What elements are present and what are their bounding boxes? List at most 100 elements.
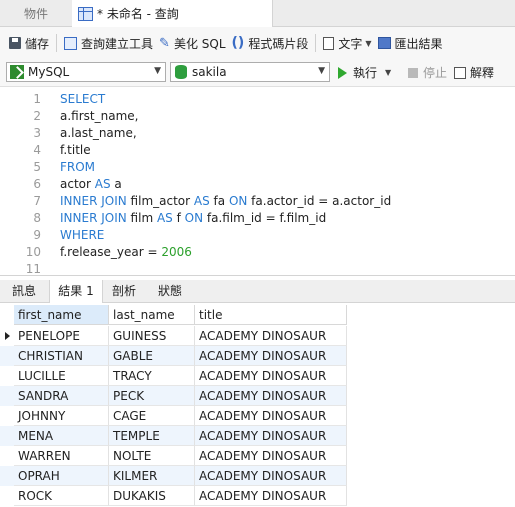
result-grid[interactable]: first_name last_name title PENELOPE GUINESS A… [0,305,515,507]
line-number: 5 [33,160,41,174]
table-cell[interactable]: GUINESS [109,326,195,346]
chevron-down-icon[interactable]: ▼ [385,68,391,77]
mysql-connection-icon [10,65,24,79]
table-cell[interactable]: JOHNNY [14,406,109,426]
column-header[interactable]: title [195,305,347,325]
database-select[interactable]: sakila ▼ [170,62,330,82]
table-row[interactable]: MENA TEMPLE ACADEMY DINOSAUR [0,426,347,446]
tab-result-1[interactable]: 結果 1 [49,280,103,303]
sql-text: fa [209,194,229,208]
stop-button[interactable]: 停止 [408,64,447,81]
connection-bar: MySQL ▼ sakila ▼ 執行 ▼ 停止 解釋 [0,59,515,87]
tab-status[interactable]: 狀態 [146,280,194,302]
table-cell[interactable]: TEMPLE [109,426,195,446]
code-line[interactable]: 3 a.last_name, [0,125,515,142]
table-cell[interactable]: SANDRA [14,386,109,406]
table-cell[interactable]: OPRAH [14,466,109,486]
table-cell[interactable]: TRACY [109,366,195,386]
query-builder-button[interactable]: 查詢建立工具 [61,31,156,55]
column-header[interactable]: first_name [14,305,109,325]
stop-label: 停止 [423,66,448,80]
sql-keyword: WHERE [60,228,105,242]
table-row[interactable]: SANDRA PECK ACADEMY DINOSAUR [0,386,347,406]
text-label: 文字 [338,36,363,51]
explain-button[interactable]: 解釋 [454,64,494,81]
table-cell[interactable]: CAGE [109,406,195,426]
sql-text: a.first_name, [60,109,139,123]
table-cell[interactable]: ACADEMY DINOSAUR [195,406,347,426]
table-cell[interactable]: ACADEMY DINOSAUR [195,346,347,366]
line-number: 4 [33,143,41,157]
beautify-sql-button[interactable]: ✎ 美化 SQL [156,31,228,55]
tab-profile[interactable]: 剖析 [103,280,145,302]
code-text: FROM [60,159,95,176]
sql-text: a [110,177,122,191]
table-cell[interactable]: ACADEMY DINOSAUR [195,466,347,486]
table-cell[interactable]: DUKAKIS [109,486,195,506]
table-cell[interactable]: ACADEMY DINOSAUR [195,486,347,506]
tab-query[interactable]: * 未命名 - 查詢 [72,0,273,27]
table-cell[interactable]: LUCILLE [14,366,109,386]
table-cell[interactable]: PECK [109,386,195,406]
code-line[interactable]: 10 f.release_year = 2006 [0,244,515,261]
table-cell[interactable]: MENA [14,426,109,446]
column-header[interactable]: last_name [109,305,195,325]
table-cell[interactable]: ACADEMY DINOSAUR [195,426,347,446]
code-line[interactable]: 7 INNER JOIN film_actor AS fa ON fa.actor… [0,193,515,210]
table-cell[interactable]: KILMER [109,466,195,486]
code-line[interactable]: 1 SELECT [0,91,515,108]
code-text: WHERE [60,227,104,244]
run-button[interactable]: 執行 ▼ [338,64,391,81]
table-cell[interactable]: WARREN [14,446,109,466]
table-row[interactable]: ROCK DUKAKIS ACADEMY DINOSAUR [0,486,347,506]
table-row[interactable]: CHRISTIAN GABLE ACADEMY DINOSAUR [0,346,347,366]
export-results-label: 匯出結果 [394,36,443,51]
result-tab-bar: 訊息 結果 1 剖析 狀態 [0,280,515,303]
tab-message[interactable]: 訊息 [0,280,48,302]
table-cell[interactable]: ROCK [14,486,109,506]
table-row[interactable]: JOHNNY CAGE ACADEMY DINOSAUR [0,406,347,426]
table-row[interactable]: WARREN NOLTE ACADEMY DINOSAUR [0,446,347,466]
code-snippet-button[interactable]: () 程式碼片段 [229,31,312,55]
table-cell[interactable]: PENELOPE [14,326,109,346]
chevron-down-icon[interactable]: ▼ [365,39,371,48]
sql-number: 2006 [161,245,192,259]
table-cell[interactable]: ACADEMY DINOSAUR [195,386,347,406]
code-line[interactable]: 11 [0,261,515,278]
code-line[interactable]: 9 WHERE [0,227,515,244]
code-text: SELECT [60,91,105,108]
table-cell[interactable]: ACADEMY DINOSAUR [195,446,347,466]
sql-text: f [172,211,185,225]
code-line[interactable]: 8 INNER JOIN film AS f ON fa.film_id = f.… [0,210,515,227]
export-icon [377,37,391,49]
save-button[interactable]: 儲存 [6,31,52,55]
table-row[interactable]: OPRAH KILMER ACADEMY DINOSAUR [0,466,347,486]
code-line[interactable]: 2 a.first_name, [0,108,515,125]
chevron-down-icon: ▼ [318,66,325,76]
table-cell[interactable]: ACADEMY DINOSAUR [195,366,347,386]
table-cell[interactable]: GABLE [109,346,195,366]
code-line[interactable]: 5 FROM [0,159,515,176]
query-builder-icon [64,36,78,50]
table-cell[interactable]: ACADEMY DINOSAUR [195,326,347,346]
code-text: a.first_name, [60,108,138,125]
export-results-button[interactable]: 匯出結果 [375,31,446,55]
line-number: 7 [33,194,41,208]
code-text: INNER JOIN film AS f ON fa.film_id = f.f… [60,210,326,227]
save-icon [9,37,21,49]
table-cell[interactable]: NOLTE [109,446,195,466]
sql-editor[interactable]: 1 SELECT 2 a.first_name, 3 a.last_name, 4 f.tit… [0,87,515,276]
text-button[interactable]: 文字 ▼ [320,31,374,55]
code-line[interactable]: 4 f.title [0,142,515,159]
table-row[interactable]: PENELOPE GUINESS ACADEMY DINOSAUR [0,326,347,346]
sql-keyword: FROM [60,160,96,174]
toolbar-divider [56,34,58,52]
table-cell[interactable]: CHRISTIAN [14,346,109,366]
tab-objects[interactable]: 物件 [0,0,73,26]
run-label: 執行 [353,66,378,80]
code-text: f.release_year = 2006 [60,244,192,261]
connection-select[interactable]: MySQL ▼ [6,62,166,82]
table-row[interactable]: LUCILLE TRACY ACADEMY DINOSAUR [0,366,347,386]
line-number: 8 [33,211,41,225]
code-line[interactable]: 6 actor AS a [0,176,515,193]
